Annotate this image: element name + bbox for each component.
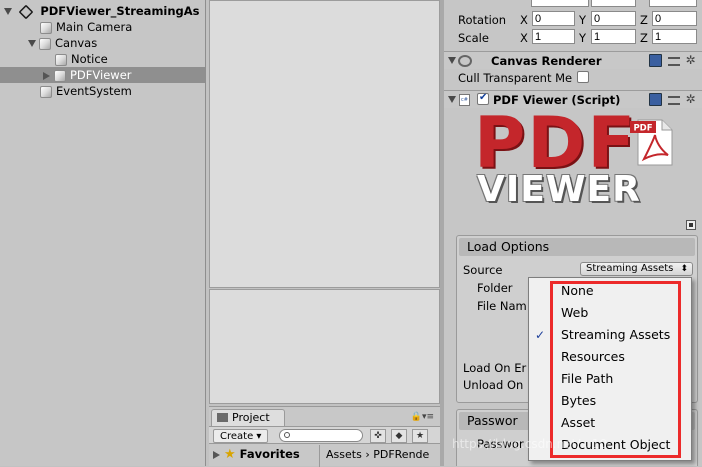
folder-icon	[217, 413, 228, 422]
load-options-title: Load Options	[459, 238, 695, 256]
unload-on-disable-label: Unload On	[463, 378, 524, 392]
source-label: Source	[463, 263, 503, 277]
presets-icon[interactable]	[668, 96, 680, 105]
search-input[interactable]	[279, 429, 363, 442]
rotation-label: Rotation	[458, 13, 507, 27]
scale-x-field[interactable]	[532, 29, 575, 44]
rotation-x-field[interactable]	[532, 11, 575, 26]
hierarchy-item-notice[interactable]: Notice	[55, 51, 108, 67]
breadcrumb-current[interactable]: PDFRende	[373, 448, 429, 461]
create-button[interactable]: Create ▾	[213, 429, 269, 443]
favorites-label: Favorites	[239, 447, 300, 461]
script-icon: c#	[459, 94, 470, 106]
project-toolbar: Create ▾ ✜ ◆ ★	[209, 426, 440, 444]
load-on-enable-label: Load On Er	[463, 361, 527, 375]
hierarchy-panel: PDFViewer_StreamingAs Main Camera Canvas…	[0, 0, 206, 466]
hierarchy-item-label: Notice	[71, 52, 108, 66]
scale-row: Scale X Y Z	[444, 28, 702, 46]
axis-z-label[interactable]: Z	[640, 13, 648, 27]
component-title: Canvas Renderer	[491, 54, 602, 68]
gameobject-icon	[39, 37, 51, 50]
expand-arrow-icon[interactable]	[28, 40, 36, 47]
filter-label-icon[interactable]: ◆	[391, 429, 407, 443]
scene-name: PDFViewer_StreamingAs	[40, 4, 200, 18]
gear-icon[interactable]: ✲	[684, 54, 697, 67]
scene-view[interactable]	[209, 0, 440, 288]
scale-label: Scale	[458, 31, 489, 45]
axis-z-label[interactable]: Z	[640, 31, 648, 45]
fold-arrow-icon[interactable]	[448, 96, 456, 103]
tab-project[interactable]: Project	[211, 409, 285, 426]
rotation-y-field[interactable]	[591, 11, 636, 26]
axis-x-label[interactable]: X	[520, 31, 528, 45]
source-dropdown-value: Streaming Assets	[586, 263, 674, 274]
hierarchy-item-label: EventSystem	[56, 84, 132, 98]
filter-type-icon[interactable]: ✜	[370, 429, 386, 443]
watermark: https://blog.csdn.net/...10	[452, 437, 608, 451]
panel-menu-icon[interactable]: 🔒▾≡	[411, 412, 434, 422]
hierarchy-item-main-camera[interactable]: Main Camera	[40, 19, 132, 35]
project-body: ★ Favorites Assets › PDFRende	[209, 445, 440, 467]
breadcrumb-root[interactable]: Assets	[326, 448, 362, 461]
source-dropdown[interactable]: Streaming Assets ⬍	[580, 262, 693, 276]
axis-y-label[interactable]: Y	[579, 31, 586, 45]
expand-corner-icon[interactable]	[686, 220, 696, 230]
pdf-file-icon-label: PDF	[633, 124, 652, 134]
canvas-renderer-icon	[458, 55, 472, 67]
help-book-icon[interactable]	[649, 54, 662, 67]
gameobject-icon	[54, 69, 66, 82]
scale-z-field[interactable]	[652, 29, 697, 44]
favorites-item[interactable]: ★ Favorites	[213, 447, 300, 462]
cull-transparent-checkbox[interactable]	[577, 71, 589, 83]
pdf-file-icon: PDF	[630, 119, 673, 166]
hierarchy-scene-row[interactable]: PDFViewer_StreamingAs	[4, 3, 200, 19]
create-label: Create	[220, 431, 254, 442]
position-z-field[interactable]	[649, 0, 697, 7]
pdf-logo-text: PDF	[474, 102, 638, 184]
file-name-label: File Nam	[477, 299, 527, 313]
cull-transparent-row: Cull Transparent Me	[444, 68, 702, 86]
fold-arrow-icon[interactable]	[448, 57, 456, 64]
gameobject-icon	[55, 53, 67, 66]
hierarchy-item-pdfviewer[interactable]: PDFViewer	[0, 67, 205, 83]
star-icon: ★	[224, 447, 236, 462]
axis-y-label[interactable]: Y	[579, 13, 586, 27]
project-panel: Project 🔒▾≡ Create ▾ ✜ ◆ ★ ★ Favorites A…	[209, 406, 440, 467]
expand-arrow-icon[interactable]	[4, 8, 12, 15]
canvas-renderer-header[interactable]: Canvas Renderer ✲	[444, 51, 702, 69]
hierarchy-item-label: PDFViewer	[70, 68, 132, 82]
collapsed-arrow-icon[interactable]	[43, 71, 50, 80]
gameobject-icon	[40, 85, 52, 98]
hierarchy-item-canvas[interactable]: Canvas	[28, 35, 97, 51]
search-icon	[284, 432, 290, 438]
tab-label: Project	[232, 411, 270, 424]
scale-y-field[interactable]	[591, 29, 636, 44]
hierarchy-item-label: Main Camera	[56, 20, 133, 34]
checkmark-icon: ✓	[535, 328, 546, 342]
rotation-z-field[interactable]	[652, 11, 697, 26]
breadcrumb-separator: ›	[365, 448, 370, 461]
highlight-box	[550, 281, 681, 458]
viewer-logo-text: VIEWER	[477, 169, 641, 210]
rotation-row: Rotation X Y Z	[444, 10, 702, 28]
cull-transparent-label: Cull Transparent Me	[458, 71, 573, 85]
gear-icon[interactable]: ✲	[684, 93, 697, 106]
presets-icon[interactable]	[668, 57, 680, 66]
folder-label: Folder	[477, 281, 513, 295]
help-book-icon[interactable]	[649, 93, 662, 106]
axis-x-label[interactable]: X	[520, 13, 528, 27]
unity-scene-icon	[18, 4, 34, 19]
gameobject-icon	[40, 21, 52, 34]
position-x-field[interactable]	[531, 0, 589, 7]
position-y-field[interactable]	[591, 0, 636, 7]
dropdown-arrow-icon: ⬍	[680, 264, 688, 274]
game-view[interactable]	[209, 289, 440, 404]
hierarchy-item-eventsystem[interactable]: EventSystem	[40, 83, 132, 99]
breadcrumb: Assets › PDFRende	[319, 445, 440, 467]
favorite-star-icon[interactable]: ★	[412, 429, 428, 443]
hierarchy-item-label: Canvas	[55, 36, 98, 50]
collapsed-arrow-icon[interactable]	[213, 450, 220, 459]
